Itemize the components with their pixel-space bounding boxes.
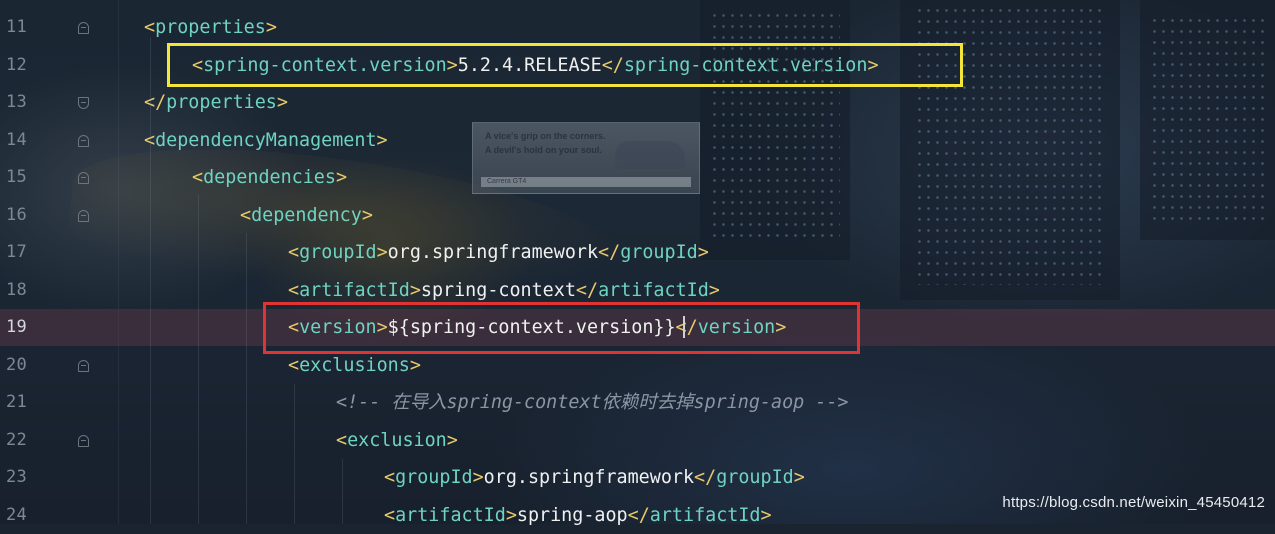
code-token: </ <box>627 504 650 526</box>
line-number: 20 <box>6 354 28 375</box>
code-line[interactable]: 11 <properties> <box>0 9 1275 46</box>
line-number: 12 <box>6 54 28 75</box>
indent-guide <box>198 195 199 524</box>
code-token: < <box>240 204 252 226</box>
code-token: > <box>265 17 277 38</box>
code-token: > <box>376 129 388 151</box>
code-token: groupId <box>395 467 473 488</box>
code-line[interactable]: 14 <dependencyManagement> <box>0 122 1275 159</box>
code-token: exclusions <box>299 354 410 376</box>
line-number: 23 <box>6 467 28 487</box>
code-token: <!-- 在导入spring-context依赖时去掉spring-aop --… <box>336 392 849 413</box>
code-token: exclusion <box>347 429 447 451</box>
code-text[interactable]: <artifactId>spring-aop</artifactId> <box>384 497 772 534</box>
fold-marker-icon[interactable] <box>78 134 89 147</box>
line-number: 18 <box>6 279 28 300</box>
fold-marker-icon[interactable] <box>78 209 89 222</box>
text-cursor <box>683 316 685 338</box>
code-token: </ <box>144 92 167 113</box>
line-number: 13 <box>6 92 28 112</box>
fold-marker-icon[interactable] <box>78 434 89 447</box>
code-token: properties <box>155 17 266 38</box>
fold-marker-icon[interactable] <box>78 97 89 109</box>
code-token: artifactId <box>299 279 410 301</box>
code-token: org.springframework <box>387 242 599 263</box>
code-text[interactable]: <groupId>org.springframework</groupId> <box>288 234 709 271</box>
code-line[interactable]: 17 <groupId>org.springframework</groupId> <box>0 234 1275 271</box>
code-token: </ <box>575 279 599 301</box>
code-line[interactable]: 15 <dependencies> <box>0 159 1275 196</box>
indent-guide <box>294 384 295 524</box>
code-text[interactable]: <exclusion> <box>336 422 458 459</box>
code-token: dependencyManagement <box>155 129 377 151</box>
code-text[interactable]: </properties> <box>144 84 288 121</box>
code-token: < <box>288 242 300 263</box>
code-token: > <box>697 242 709 263</box>
code-token: < <box>288 279 300 301</box>
code-text[interactable]: <dependency> <box>240 197 373 234</box>
line-number: 11 <box>6 17 28 37</box>
code-token: < <box>384 467 396 488</box>
code-line[interactable]: 13 </properties> <box>0 84 1275 121</box>
code-token: < <box>384 504 396 526</box>
code-text[interactable]: <groupId>org.springframework</groupId> <box>384 459 805 496</box>
code-token: < <box>336 429 348 451</box>
code-token: artifactId <box>395 504 506 526</box>
line-number: 22 <box>6 429 28 450</box>
code-token: > <box>760 504 772 526</box>
line-number: 14 <box>6 129 28 150</box>
code-token: < <box>192 167 204 188</box>
code-text[interactable]: <dependencies> <box>192 159 347 196</box>
line-number: 19 <box>6 317 28 337</box>
code-line[interactable]: 21 <!-- 在导入spring-context依赖时去掉spring-aop … <box>0 384 1275 421</box>
code-token: spring-aop <box>516 504 628 526</box>
line-number: 21 <box>6 392 28 412</box>
code-token: > <box>276 92 288 113</box>
code-line[interactable]: 23 <groupId>org.springframework</groupId> <box>0 459 1275 496</box>
code-token: artifactId <box>649 504 761 526</box>
code-token: > <box>446 429 458 451</box>
code-line[interactable]: 16 <dependency> <box>0 197 1275 234</box>
fold-marker-icon[interactable] <box>78 359 89 372</box>
code-token: > <box>505 504 517 526</box>
indent-guide <box>246 233 247 524</box>
code-token: spring-context <box>420 279 576 301</box>
watermark-url: https://blog.csdn.net/weixin_45450412 <box>1002 494 1265 511</box>
code-token: > <box>708 279 720 301</box>
code-text[interactable]: <properties> <box>144 9 277 46</box>
code-token: > <box>409 279 421 301</box>
code-token: > <box>361 204 373 226</box>
code-line[interactable]: 22 <exclusion> <box>0 422 1275 459</box>
code-token: dependencies <box>203 167 336 188</box>
code-token: < <box>144 17 156 38</box>
indent-guide <box>342 459 343 524</box>
code-editor[interactable]: 11 <properties> 12 <spring-context.version>… <box>0 0 1275 526</box>
code-token: > <box>409 354 421 376</box>
indent-guide <box>150 37 151 524</box>
red-highlight-box <box>263 302 860 354</box>
code-token: </ <box>694 467 717 488</box>
code-text[interactable]: <!-- 在导入spring-context依赖时去掉spring-aop --… <box>336 384 849 421</box>
code-token: > <box>472 467 484 488</box>
fold-marker-icon[interactable] <box>78 22 89 34</box>
code-token: < <box>288 354 300 376</box>
code-token: org.springframework <box>483 467 695 488</box>
code-token: artifactId <box>598 279 709 301</box>
code-token: dependency <box>251 204 362 226</box>
code-token: groupId <box>299 242 377 263</box>
line-number: 17 <box>6 242 28 262</box>
line-number: 16 <box>6 204 28 225</box>
code-token: groupId <box>716 467 794 488</box>
code-token: > <box>335 167 348 188</box>
fold-marker-icon[interactable] <box>78 172 89 184</box>
yellow-highlight-box <box>167 43 963 87</box>
code-token: </ <box>598 242 621 263</box>
code-token: groupId <box>620 242 698 263</box>
code-token: properties <box>166 92 277 113</box>
code-token: > <box>376 242 388 263</box>
code-token: > <box>793 467 805 488</box>
line-number: 15 <box>6 167 28 187</box>
code-text[interactable]: <dependencyManagement> <box>144 122 388 159</box>
line-number: 24 <box>6 504 28 525</box>
